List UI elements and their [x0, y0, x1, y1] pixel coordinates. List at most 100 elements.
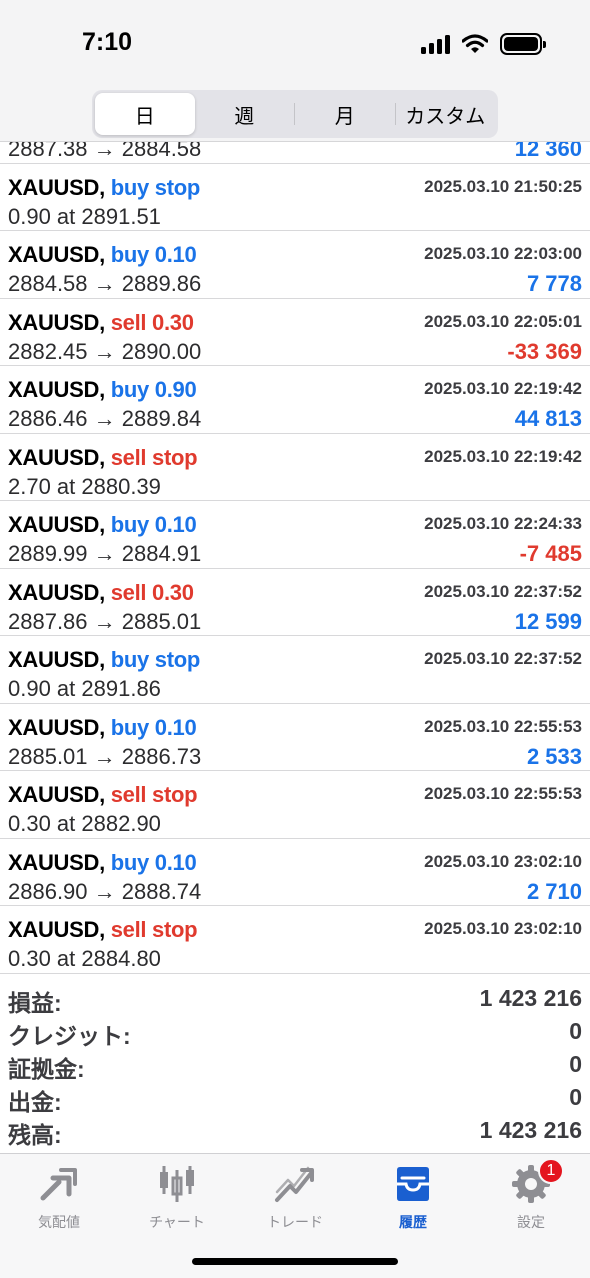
summary-withdrawal-row: 出金: 0 — [0, 1083, 590, 1116]
order-side: buy stop — [110, 174, 201, 200]
history-list: 2887.38 → 2884.58 12 360 XAUUSD, buy sto… — [0, 96, 590, 974]
summary-label: 残高: — [8, 1122, 62, 1148]
row-symbol: XAUUSD, sell 0.30 — [8, 310, 194, 336]
segment-day[interactable]: 日 — [95, 93, 195, 135]
row-timestamp: 2025.03.10 22:55:53 — [424, 784, 582, 803]
tab-label: 気配値 — [38, 1214, 80, 1230]
row-symbol: XAUUSD, buy stop — [8, 647, 200, 673]
symbol-name: XAUUSD, — [8, 242, 105, 267]
home-indicator[interactable] — [192, 1258, 398, 1265]
tab-label: 履歴 — [399, 1214, 427, 1230]
table-row[interactable]: XAUUSD, buy stop 2025.03.10 21:50:25 0.90 … — [0, 164, 590, 231]
summary-value: 0 — [569, 1018, 582, 1044]
order-side: sell stop — [110, 782, 198, 807]
summary-credit-row: クレジット: 0 — [0, 1017, 590, 1050]
row-detail: 2886.46 → 2889.84 — [8, 406, 202, 431]
row-timestamp: 2025.03.10 23:02:10 — [424, 851, 582, 871]
row-timestamp: 2025.03.10 22:05:01 — [424, 311, 582, 331]
order-side: buy 0.10 — [110, 849, 197, 875]
table-row[interactable]: XAUUSD, buy 0.10 2025.03.10 22:03:00 2884.… — [0, 231, 590, 299]
row-symbol: XAUUSD, sell stop — [8, 444, 198, 471]
header: 7:10 日 週 月 カスタム — [0, 0, 590, 142]
segment-month[interactable]: 月 — [295, 93, 395, 135]
order-side: sell stop — [110, 917, 198, 942]
table-row[interactable]: XAUUSD, buy stop 2025.03.10 22:37:52 0.90 … — [0, 636, 590, 704]
history-inbox-icon — [397, 1167, 429, 1201]
symbol-name: XAUUSD, — [8, 512, 105, 537]
row-symbol: XAUUSD, sell 0.30 — [8, 580, 194, 606]
tab-label: 設定 — [517, 1214, 545, 1230]
order-side: buy 0.10 — [110, 242, 197, 267]
battery-icon — [500, 33, 546, 55]
summary-label: クレジット: — [8, 1023, 131, 1049]
cellular-signal-icon — [421, 34, 450, 54]
summary-value: 0 — [569, 1051, 582, 1077]
order-side: buy stop — [110, 647, 201, 672]
row-symbol: XAUUSD, buy stop — [8, 175, 200, 201]
row-timestamp: 2025.03.10 22:55:53 — [424, 716, 582, 736]
symbol-name: XAUUSD, — [8, 377, 105, 402]
table-row[interactable]: XAUUSD, buy 0.10 2025.03.10 23:02:10 2886.… — [0, 839, 590, 906]
order-side: buy 0.10 — [110, 512, 197, 537]
quotes-arrows-icon — [40, 1168, 77, 1201]
account-summary: 損益: 1 423 216 クレジット: 0 証拠金: 0 出金: 0 残高: … — [0, 984, 590, 1149]
table-row[interactable]: XAUUSD, sell 0.30 2025.03.10 22:05:01 2882… — [0, 299, 590, 366]
row-timestamp: 2025.03.10 22:37:52 — [424, 649, 582, 668]
table-row[interactable]: XAUUSD, buy 0.10 2025.03.10 22:55:53 2885.… — [0, 704, 590, 771]
summary-label: 出金: — [8, 1089, 62, 1115]
tab-history[interactable]: 履歴 — [354, 1162, 472, 1232]
order-side: buy 0.90 — [110, 377, 197, 402]
symbol-name: XAUUSD, — [8, 174, 105, 200]
summary-profit-row: 損益: 1 423 216 — [0, 984, 590, 1017]
status-time: 7:10 — [82, 28, 133, 56]
summary-label: 損益: — [8, 990, 62, 1016]
symbol-name: XAUUSD, — [8, 849, 105, 875]
table-row[interactable]: XAUUSD, buy 0.90 2025.03.10 22:19:42 2886.… — [0, 366, 590, 434]
table-row[interactable]: XAUUSD, sell stop 2025.03.10 23:02:10 0.30… — [0, 906, 590, 974]
row-symbol: XAUUSD, buy 0.10 — [8, 849, 197, 876]
row-timestamp: 2025.03.10 22:19:42 — [424, 379, 582, 398]
segment-week[interactable]: 週 — [195, 93, 295, 135]
symbol-name: XAUUSD, — [8, 309, 105, 335]
row-profit: 7 778 — [526, 271, 582, 296]
tab-label: チャート — [149, 1214, 205, 1230]
summary-value: 1 423 216 — [479, 1117, 582, 1143]
wifi-icon — [462, 34, 488, 53]
row-detail: 2.70 at 2880.39 — [8, 473, 161, 499]
segment-custom[interactable]: カスタム — [396, 93, 496, 135]
row-profit: 12 599 — [514, 608, 582, 634]
row-detail: 2885.01 → 2886.73 — [8, 743, 202, 769]
symbol-name: XAUUSD, — [8, 647, 105, 672]
row-timestamp: 2025.03.10 21:50:25 — [424, 176, 582, 196]
candlestick-chart-icon — [160, 1166, 194, 1202]
symbol-name: XAUUSD, — [8, 579, 105, 605]
row-detail: 0.30 at 2882.90 — [8, 811, 161, 836]
symbol-name: XAUUSD, — [8, 444, 105, 470]
period-segmented-control: 日 週 月 カスタム — [92, 90, 498, 138]
row-profit: -7 485 — [519, 541, 582, 566]
row-detail: 2887.86 → 2885.01 — [8, 608, 202, 634]
symbol-name: XAUUSD, — [8, 917, 105, 942]
table-row[interactable]: XAUUSD, buy 0.10 2025.03.10 22:24:33 2889.… — [0, 501, 590, 569]
row-symbol: XAUUSD, sell stop — [8, 782, 198, 808]
summary-balance-row: 残高: 1 423 216 — [0, 1116, 590, 1149]
summary-deposit-row: 証拠金: 0 — [0, 1050, 590, 1083]
order-side: buy 0.10 — [110, 714, 197, 740]
notification-badge: 1 — [538, 1158, 564, 1184]
row-detail: 0.30 at 2884.80 — [8, 946, 161, 971]
row-symbol: XAUUSD, buy 0.10 — [8, 242, 197, 268]
row-timestamp: 2025.03.10 22:24:33 — [424, 514, 582, 533]
tab-settings[interactable]: 1 設定 — [472, 1158, 590, 1232]
tab-chart[interactable]: チャート — [118, 1162, 236, 1232]
row-symbol: XAUUSD, buy 0.90 — [8, 377, 197, 403]
tab-quotes[interactable]: 気配値 — [0, 1162, 118, 1232]
table-row[interactable]: XAUUSD, sell 0.30 2025.03.10 22:37:52 2887… — [0, 569, 590, 636]
tab-label: トレード — [267, 1214, 323, 1230]
tab-trade[interactable]: トレード — [236, 1162, 354, 1232]
table-row[interactable]: XAUUSD, sell stop 2025.03.10 22:55:53 0.30… — [0, 771, 590, 839]
row-detail: 2889.99 → 2884.91 — [8, 541, 202, 566]
row-timestamp: 2025.03.10 22:03:00 — [424, 244, 582, 263]
row-symbol: XAUUSD, buy 0.10 — [8, 512, 197, 538]
row-detail: 0.90 at 2891.86 — [8, 676, 161, 701]
table-row[interactable]: XAUUSD, sell stop 2025.03.10 22:19:42 2.70… — [0, 434, 590, 501]
